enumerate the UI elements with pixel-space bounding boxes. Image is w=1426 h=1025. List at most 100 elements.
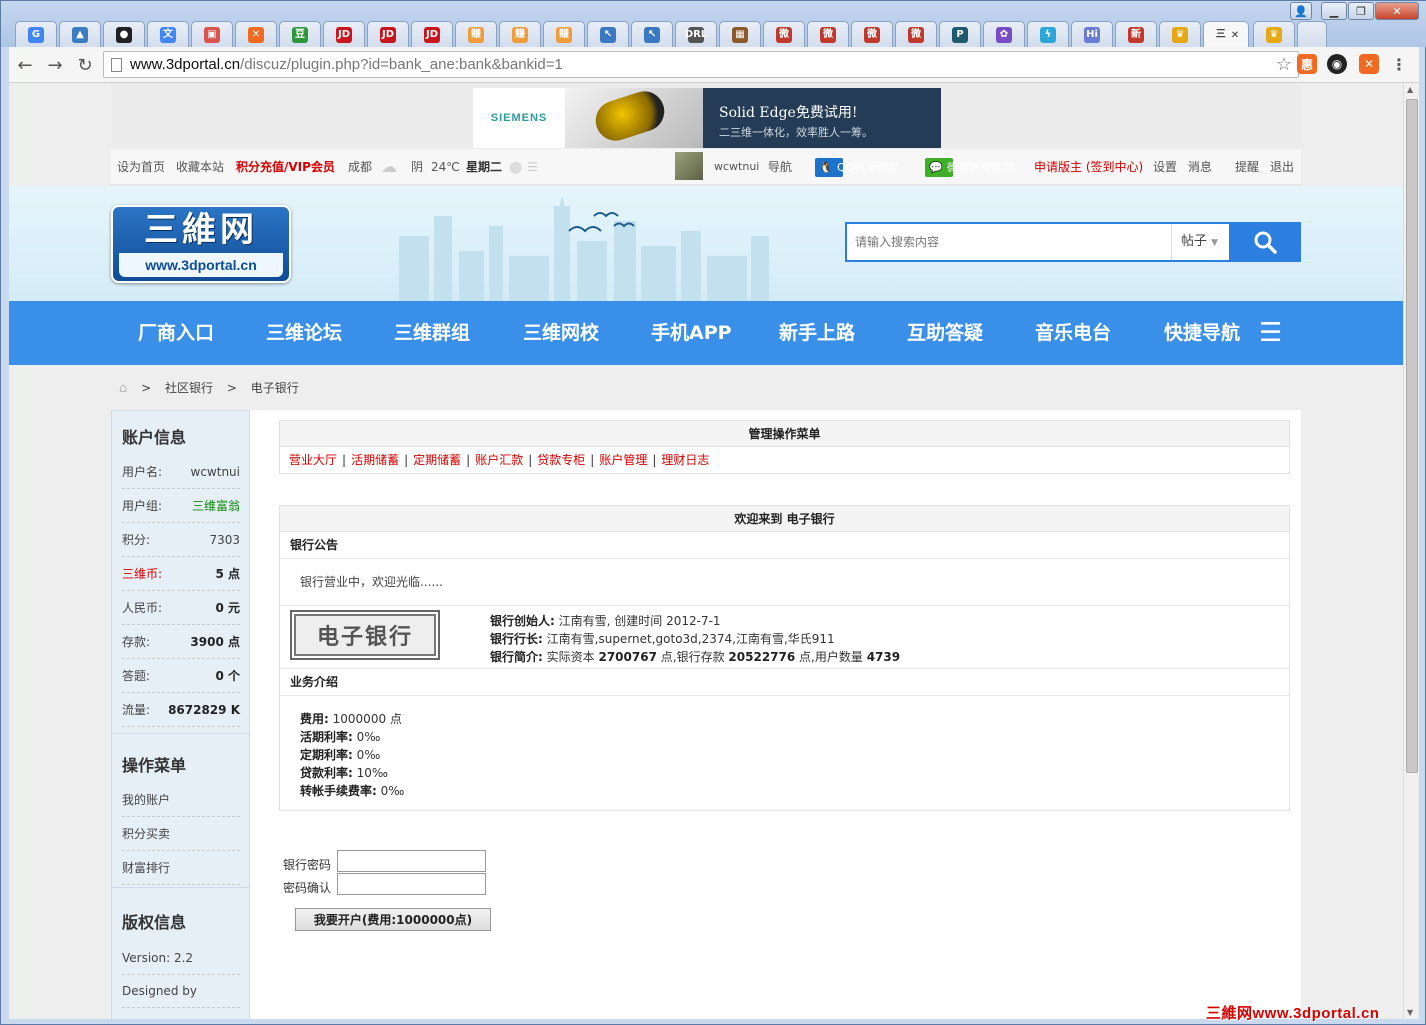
browser-tab[interactable]: ▣ [191, 21, 233, 47]
browser-tab[interactable]: P [939, 21, 981, 47]
account-row: 三维币: 5 点 [122, 557, 240, 591]
new-tab-button[interactable] [1297, 21, 1327, 47]
account-row: 流量: 8672829 K [122, 693, 240, 727]
color-picker-icon[interactable]: ◉ [1327, 54, 1347, 74]
browser-tab[interactable]: 新 [1115, 21, 1157, 47]
breadcrumb-item[interactable]: 电子银行 [251, 381, 299, 395]
browser-tab[interactable]: ♛ [1159, 21, 1201, 47]
apply-moderator-link[interactable]: 申请版主 (签到中心) [1034, 149, 1143, 185]
browser-tab[interactable]: Hi [1071, 21, 1113, 47]
browser-tab[interactable]: 三 ✕ [1203, 21, 1249, 48]
browser-tab[interactable]: 豆 [279, 21, 321, 47]
scroll-down-icon[interactable]: ▼ [1407, 1008, 1413, 1017]
browser-tab[interactable]: JD [411, 21, 453, 47]
browser-tab[interactable]: ♛ [1253, 21, 1295, 47]
browser-tab[interactable]: ✿ [983, 21, 1025, 47]
minimize-window-button[interactable]: ▁ [1321, 2, 1347, 20]
sidebar-menu-item[interactable]: 积分买卖 [122, 817, 240, 851]
home-icon[interactable]: ⌂ [119, 381, 127, 396]
nav-item[interactable]: 三维论坛 [266, 301, 342, 365]
search-button[interactable] [1229, 222, 1301, 262]
jd-icon: JD [424, 26, 440, 43]
nav-item[interactable]: 三维网校 [523, 301, 599, 365]
qq-bind-button[interactable]: 🐧 QQ帐号绑定 [815, 158, 898, 177]
browser-tab[interactable]: ϟ [1027, 21, 1069, 47]
browser-tab[interactable]: 赚 [455, 21, 497, 47]
browser-tab[interactable]: 微 [895, 21, 937, 47]
browser-tab[interactable]: JD [323, 21, 365, 47]
browser-tab[interactable]: DRL [675, 21, 717, 47]
avatar[interactable] [675, 152, 703, 180]
wechat-bind-button[interactable]: 💬 微信账号绑定 [925, 158, 1013, 177]
browser-tab[interactable]: ↖ [587, 21, 629, 47]
bank-info: 电子银行 银行创始人: 江南有雪, 创建时间 2012-7-1 银行行长: 江南… [280, 606, 1289, 669]
search-type-select[interactable]: 帖子 ▼ [1171, 224, 1229, 260]
ops-menu-item[interactable]: 营业大厅 [289, 453, 337, 467]
nav-item[interactable]: 快捷导航 [1164, 301, 1240, 365]
ops-menu-item[interactable]: 定期储蓄 [413, 453, 461, 467]
browser-tab[interactable]: ↖ [631, 21, 673, 47]
sidebar-menu-item[interactable]: 我的账户 [122, 783, 240, 817]
ops-menu-item[interactable]: 账户汇款 [475, 453, 523, 467]
browser-tab[interactable]: 文 [147, 21, 189, 47]
nav-item[interactable]: 厂商入口 [138, 301, 214, 365]
remind-link[interactable]: 提醒 [1235, 149, 1259, 185]
ad-headline: Solid Edge免费试用! [719, 105, 858, 121]
logo-url: www.3dportal.cn [119, 253, 283, 277]
browser-tab[interactable]: 微 [851, 21, 893, 47]
browser-tab[interactable]: ▲ [59, 21, 101, 47]
ops-menu-item[interactable]: 贷款专柜 [537, 453, 585, 467]
close-window-button[interactable]: ✕ [1375, 2, 1419, 20]
browser-tab[interactable]: 微 [807, 21, 849, 47]
address-bar[interactable]: www.3dportal.cn/discuz/plugin.php?id=ban… [103, 51, 1299, 78]
browser-tab[interactable]: G [15, 21, 57, 47]
browser-toolbar: ← → ↻ www.3dportal.cn/discuz/plugin.php?… [9, 47, 1419, 83]
minimize-button[interactable]: 👤 [1290, 2, 1312, 20]
extension-icon[interactable]: 惠 [1297, 54, 1317, 74]
close-tab-icon[interactable]: ✕ [1231, 30, 1239, 41]
search-input[interactable] [847, 224, 1171, 260]
scrollbar-thumb[interactable] [1406, 99, 1418, 773]
quick-nav-menu-icon[interactable]: ☰ [1259, 301, 1282, 365]
browser-tab[interactable]: 赚 [543, 21, 585, 47]
tools-extension-icon[interactable]: ✕ [1359, 54, 1379, 74]
nav-item[interactable]: 新手上路 [779, 301, 855, 365]
open-account-button[interactable]: 我要开户(费用:1000000点) [295, 908, 491, 931]
ops-menu-item[interactable]: 理财日志 [661, 453, 709, 467]
forward-button[interactable]: → [43, 53, 67, 77]
trophy-icon: ♛ [1266, 26, 1282, 43]
nav-item[interactable]: 互助答疑 [907, 301, 983, 365]
watermark: 三維网www.3dportal.cn [1206, 1005, 1380, 1022]
ops-menu-item[interactable]: 账户管理 [599, 453, 647, 467]
nav-item[interactable]: 音乐电台 [1035, 301, 1111, 365]
bookmark-star-icon[interactable]: ☆ [1276, 52, 1292, 77]
username-link[interactable]: wcwtnui [714, 149, 759, 185]
nav-item[interactable]: 手机APP [651, 301, 732, 365]
logout-link[interactable]: 退出 [1270, 149, 1294, 185]
bookmark-link[interactable]: 收藏本站 [176, 149, 224, 185]
settings-link[interactable]: 设置 [1153, 149, 1177, 185]
browser-tab[interactable]: JD [367, 21, 409, 47]
confirm-password-field[interactable] [337, 873, 486, 895]
browser-tab[interactable]: 微 [763, 21, 805, 47]
back-button[interactable]: ← [13, 53, 37, 77]
set-home-link[interactable]: 设为首页 [117, 149, 165, 185]
ad-banner[interactable]: SIEMENS Solid Edge免费试用! 二三维一体化，效率胜人一筹。 [473, 88, 941, 148]
maximize-button[interactable]: ❐ [1348, 2, 1374, 20]
bank-password-field[interactable] [337, 850, 486, 872]
browser-tab[interactable]: 赚 [499, 21, 541, 47]
browser-tab[interactable]: ▦ [719, 21, 761, 47]
recharge-link[interactable]: 积分充值/VIP会员 [236, 149, 335, 185]
sidebar-menu-item[interactable]: 财富排行 [122, 851, 240, 885]
reload-button[interactable]: ↻ [73, 53, 97, 77]
vertical-scrollbar[interactable]: ▲ ▼ [1403, 83, 1419, 1019]
ops-menu-item[interactable]: 活期储蓄 [351, 453, 399, 467]
site-logo[interactable]: 三維网 www.3dportal.cn [111, 205, 291, 283]
browser-tab[interactable]: ✕ [235, 21, 277, 47]
scroll-up-icon[interactable]: ▲ [1407, 85, 1413, 94]
jd-icon: JD [336, 26, 352, 43]
breadcrumb-item[interactable]: 社区银行 [165, 381, 213, 395]
browser-tab[interactable]: ● [103, 21, 145, 47]
nav-item[interactable]: 三维群组 [394, 301, 470, 365]
menu-icon[interactable]: ⋮ [1389, 54, 1409, 74]
